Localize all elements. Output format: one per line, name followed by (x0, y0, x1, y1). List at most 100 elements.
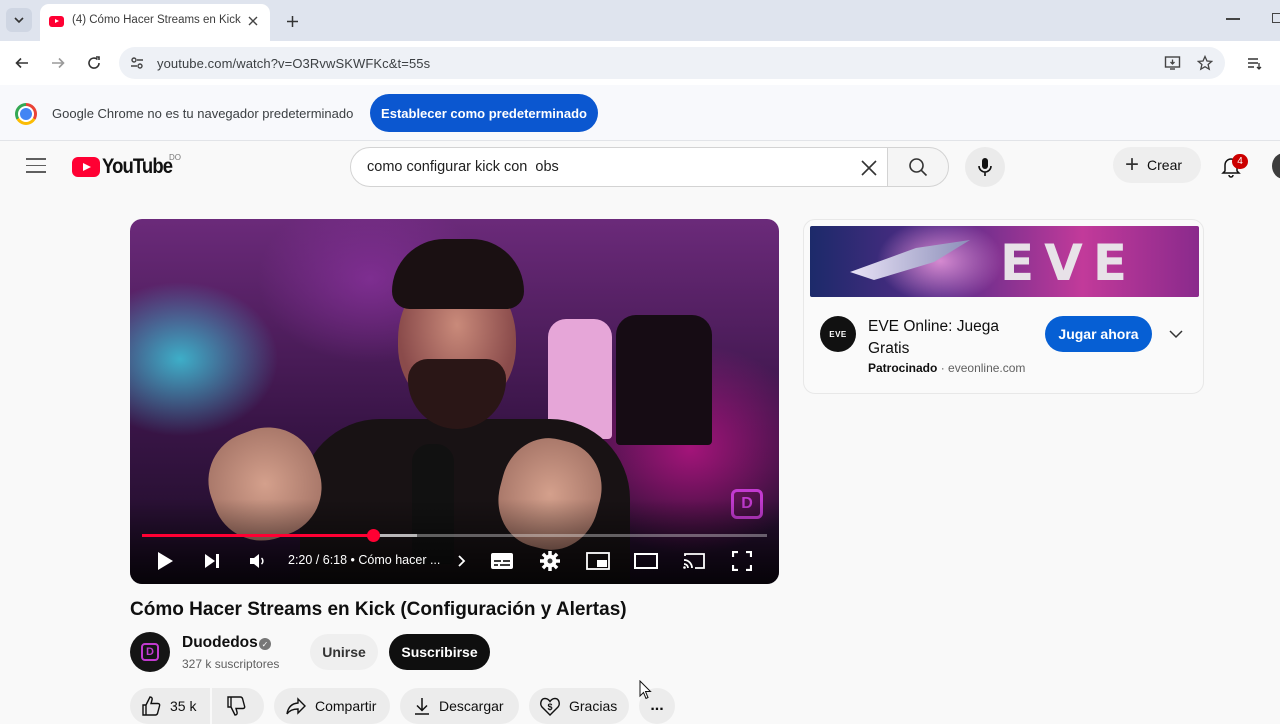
chrome-logo-icon (15, 103, 37, 125)
create-button[interactable]: + Crear (1113, 147, 1201, 183)
like-button[interactable]: 35 k (130, 688, 210, 724)
skip-next-icon (205, 554, 219, 568)
channel-avatar-letter: D (141, 643, 159, 661)
ad-expand-button[interactable] (1166, 324, 1186, 344)
forward-button[interactable] (46, 51, 70, 75)
fullscreen-button[interactable] (728, 547, 756, 575)
cast-icon (683, 553, 705, 569)
browser-tab[interactable]: (4) Cómo Hacer Streams en Kick (40, 4, 270, 41)
microphone-icon (978, 158, 992, 176)
close-icon (861, 160, 877, 176)
reload-button[interactable] (82, 51, 106, 75)
tab-search-button[interactable] (6, 8, 32, 32)
youtube-favicon-icon (49, 16, 64, 27)
subtitles-icon (491, 553, 513, 569)
clear-search-button[interactable] (857, 156, 881, 180)
channel-avatar[interactable]: D (130, 632, 170, 672)
reading-list-button[interactable] (1243, 51, 1267, 75)
next-button[interactable] (198, 547, 226, 575)
miniplayer-icon (586, 552, 610, 570)
sponsored-ad-card[interactable]: EVE EVE EVE Online: Juega Gratis Patroci… (803, 219, 1204, 394)
theater-mode-button[interactable] (632, 547, 660, 575)
install-app-icon (1164, 56, 1180, 70)
chevron-down-icon (14, 17, 24, 24)
search-query: como configurar kick con obs (367, 159, 559, 175)
miniplayer-button[interactable] (584, 547, 612, 575)
thumbs-up-icon (142, 696, 161, 716)
mouse-cursor-icon (639, 680, 652, 700)
tab-close-button[interactable] (244, 12, 262, 30)
set-default-button[interactable]: Establecer como predeterminado (370, 94, 598, 132)
close-icon (248, 16, 258, 26)
progress-bar[interactable] (142, 529, 767, 542)
advertiser-icon[interactable]: EVE (820, 316, 856, 352)
download-label: Descargar (439, 698, 504, 714)
tab-title: (4) Cómo Hacer Streams en Kick (72, 14, 241, 26)
install-app-button[interactable] (1162, 53, 1182, 73)
like-count: 35 k (170, 698, 197, 714)
address-bar[interactable]: youtube.com/watch?v=O3RvwSKWFKc&t=55s (119, 47, 1225, 79)
volume-button[interactable] (243, 547, 271, 575)
browser-toolbar: youtube.com/watch?v=O3RvwSKWFKc&t=55s (0, 41, 1280, 85)
subscribe-button[interactable]: Suscribirse (389, 634, 490, 670)
thanks-button[interactable]: $ Gracias (529, 688, 629, 724)
infobar-message: Google Chrome no es tu navegador predete… (52, 106, 354, 121)
video-frame-shape (392, 239, 524, 309)
reload-icon (88, 56, 100, 69)
search-button[interactable] (887, 147, 949, 187)
ad-domain: eveonline.com (948, 361, 1026, 375)
chevron-down-icon (1169, 330, 1183, 339)
ad-banner-image[interactable]: EVE (810, 226, 1199, 297)
youtube-logo-text[interactable]: YouTube (102, 155, 173, 179)
region-code: DO (169, 153, 181, 162)
spaceship-image (850, 240, 970, 280)
create-label: Crear (1147, 157, 1183, 173)
channel-name[interactable]: Duodedos (182, 634, 258, 652)
default-browser-infobar: Google Chrome no es tu navegador predete… (0, 85, 1280, 141)
search-input[interactable]: como configurar kick con obs (350, 147, 888, 187)
download-icon (415, 698, 429, 715)
voice-search-button[interactable] (965, 147, 1005, 187)
video-title: Cómo Hacer Streams en Kick (Configuració… (130, 599, 627, 620)
play-icon (158, 552, 173, 570)
play-button[interactable] (151, 547, 179, 575)
share-icon (286, 697, 306, 715)
thanks-label: Gracias (569, 698, 618, 714)
menu-icon (26, 158, 46, 160)
subtitles-button[interactable] (488, 547, 516, 575)
share-label: Compartir (315, 698, 377, 714)
share-button[interactable]: Compartir (274, 688, 390, 724)
back-button[interactable] (10, 51, 34, 75)
ad-title[interactable]: EVE Online: Juega Gratis (868, 316, 1038, 360)
plus-icon: + (1125, 151, 1140, 178)
plus-icon (286, 15, 298, 27)
cast-button[interactable] (680, 547, 708, 575)
url-text: youtube.com/watch?v=O3RvwSKWFKc&t=55s (157, 56, 431, 71)
chevron-right-icon (458, 555, 466, 567)
window-maximize-button[interactable] (1272, 13, 1280, 23)
gear-icon (540, 551, 560, 571)
menu-button[interactable] (26, 158, 46, 174)
dislike-button[interactable] (212, 688, 264, 724)
download-button[interactable]: Descargar (400, 688, 519, 724)
fullscreen-icon (732, 551, 752, 571)
separator: · (940, 361, 949, 375)
new-tab-button[interactable] (281, 10, 303, 32)
time-display: 2:20 / 6:18 • Cómo hacer ... (288, 553, 441, 567)
bookmark-button[interactable] (1195, 53, 1215, 73)
site-info-button[interactable] (127, 53, 147, 73)
notification-badge: 4 (1232, 154, 1248, 169)
menu-icon-line (26, 164, 46, 167)
search-icon (909, 158, 928, 177)
window-minimize-button[interactable] (1226, 18, 1240, 20)
youtube-logo-icon[interactable] (72, 157, 100, 177)
settings-button[interactable] (536, 547, 564, 575)
account-avatar[interactable] (1272, 153, 1280, 179)
chapter-button[interactable] (448, 547, 476, 575)
ad-banner-logo: EVE (1000, 234, 1138, 292)
thumbs-down-icon (227, 696, 246, 716)
svg-text:$: $ (547, 702, 552, 712)
ad-cta-button[interactable]: Jugar ahora (1045, 316, 1152, 352)
video-player[interactable]: D 2:20 / 6:18 • Cómo hacer ... (130, 219, 779, 584)
join-button[interactable]: Unirse (310, 634, 378, 670)
